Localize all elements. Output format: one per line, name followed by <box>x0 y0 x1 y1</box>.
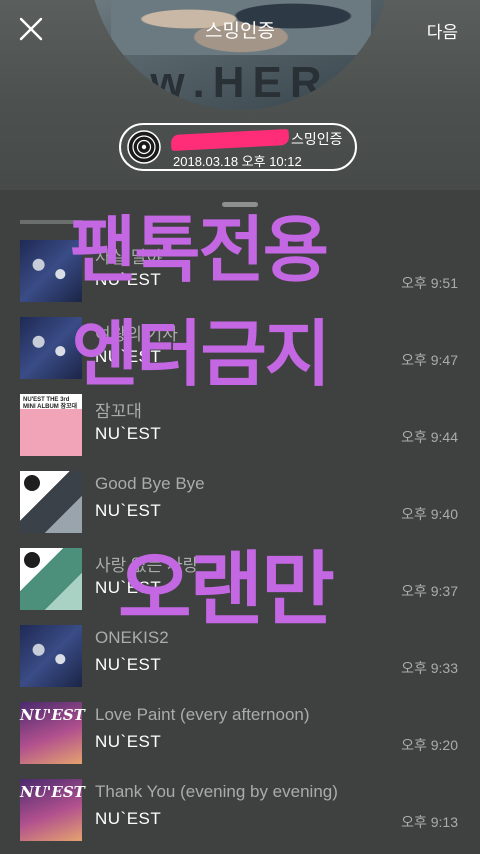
play-time: 오후 9:13 <box>401 814 458 830</box>
album-art-lettering: ᴡ.HER <box>150 58 330 107</box>
album-thumbnail: NU'EST <box>20 779 85 841</box>
watermark-line-2: 엔터금지 <box>72 312 331 396</box>
artist-name: NU`EST <box>95 809 162 828</box>
album-logo-icon <box>24 552 40 568</box>
current-track-pill[interactable]: 스밍인증 2018.03.18 오후 10:12 <box>119 123 357 171</box>
song-title: Good Bye Bye <box>95 474 205 493</box>
artist-name: NU`EST <box>95 424 162 443</box>
current-track-title: 스밍인증 <box>170 129 343 152</box>
album-thumbnail <box>20 471 82 533</box>
list-item[interactable]: NU'EST Love Paint (every afternoon) NU`E… <box>0 695 480 772</box>
song-title: Thank You (evening by evening) <box>95 782 338 801</box>
artist-name: NU`EST <box>95 732 162 751</box>
page-title: 스밍인증 <box>205 21 275 42</box>
now-playing-header: ᴡ.HER 스밍인증 다음 스밍인증 2018.03.18 오후 10:12 <box>0 0 480 190</box>
watermark-line-1: 팬톡전용 <box>70 208 329 292</box>
list-item[interactable]: NU'EST THE 3rd MINI ALBUM 잠꼬대 잠꼬대 NU`EST… <box>0 387 480 464</box>
artist-name: NU`EST <box>95 655 162 674</box>
play-time: 오후 9:33 <box>401 660 458 676</box>
play-time: 오후 9:20 <box>401 737 458 753</box>
album-thumbnail: NU'EST THE 3rd MINI ALBUM 잠꼬대 <box>20 394 82 456</box>
next-button[interactable]: 다음 <box>427 18 458 43</box>
album-brand-text: NU'EST <box>20 706 85 724</box>
album-thumbnail <box>20 625 82 687</box>
album-thumbnail: NU'EST <box>20 702 85 764</box>
redaction-mark <box>170 129 290 152</box>
play-time: 오후 9:44 <box>401 429 458 445</box>
album-brand-text: NU'EST <box>20 783 85 801</box>
play-time: 오후 9:51 <box>401 275 458 291</box>
list-item[interactable]: Good Bye Bye NU`EST 오후 9:40 <box>0 464 480 541</box>
watermark-line-3: 오랜만 <box>118 543 335 636</box>
song-title: 잠꼬대 <box>95 402 142 421</box>
drag-handle[interactable] <box>222 202 258 207</box>
play-time: 오후 9:47 <box>401 352 458 368</box>
artist-name: NU`EST <box>95 501 162 520</box>
current-track-timestamp: 2018.03.18 오후 10:12 <box>173 154 302 169</box>
song-title: Love Paint (every afternoon) <box>95 705 310 724</box>
current-track-title-text: 스밍인증 <box>291 131 343 147</box>
list-item[interactable]: NU'EST Thank You (evening by evening) NU… <box>0 772 480 849</box>
vinyl-disc-icon <box>127 130 161 164</box>
album-logo-icon <box>24 475 40 491</box>
play-time: 오후 9:37 <box>401 583 458 599</box>
play-time: 오후 9:40 <box>401 506 458 522</box>
album-thumbnail-caption: NU'EST THE 3rd MINI ALBUM 잠꼬대 <box>23 397 77 410</box>
album-thumbnail <box>20 548 82 610</box>
